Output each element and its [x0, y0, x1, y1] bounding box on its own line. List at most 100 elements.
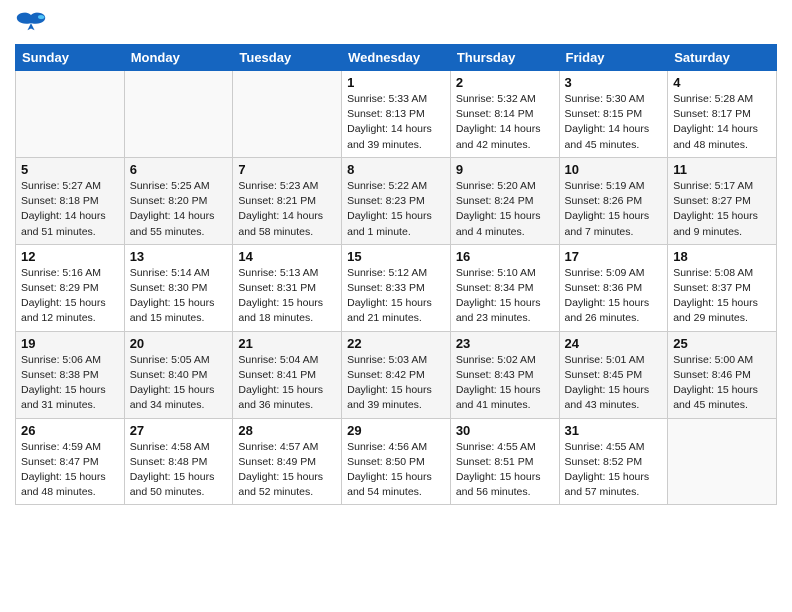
calendar-cell: 8 Sunrise: 5:22 AM Sunset: 8:23 PM Daylig… [342, 157, 451, 244]
day-number: 19 [21, 336, 119, 351]
day-number: 18 [673, 249, 771, 264]
calendar-cell: 12Sunrise: 5:16 AM Sunset: 8:29 PM Dayli… [16, 244, 125, 331]
calendar-week-row: 5 Sunrise: 5:27 AM Sunset: 8:18 PM Daylig… [16, 157, 777, 244]
calendar-cell [124, 71, 233, 158]
day-detail: Sunrise: 5:02 AM Sunset: 8:43 PM Dayligh… [456, 353, 554, 414]
day-number: 25 [673, 336, 771, 351]
calendar-cell: 10Sunrise: 5:19 AM Sunset: 8:26 PM Dayli… [559, 157, 668, 244]
calendar-table: SundayMondayTuesdayWednesdayThursdayFrid… [15, 44, 777, 505]
weekday-header-row: SundayMondayTuesdayWednesdayThursdayFrid… [16, 45, 777, 71]
calendar-cell: 23 Sunrise: 5:02 AM Sunset: 8:43 PM Dayli… [450, 331, 559, 418]
calendar-week-row: 12Sunrise: 5:16 AM Sunset: 8:29 PM Dayli… [16, 244, 777, 331]
day-number: 10 [565, 162, 663, 177]
weekday-header: Saturday [668, 45, 777, 71]
day-detail: Sunrise: 4:56 AM Sunset: 8:50 PM Dayligh… [347, 440, 445, 501]
day-number: 23 [456, 336, 554, 351]
day-detail: Sunrise: 4:55 AM Sunset: 8:51 PM Dayligh… [456, 440, 554, 501]
calendar-cell: 26 Sunrise: 4:59 AM Sunset: 8:47 PM Dayli… [16, 418, 125, 505]
calendar-cell: 29 Sunrise: 4:56 AM Sunset: 8:50 PM Dayli… [342, 418, 451, 505]
day-number: 17 [565, 249, 663, 264]
calendar-cell: 20Sunrise: 5:05 AM Sunset: 8:40 PM Dayli… [124, 331, 233, 418]
day-detail: Sunrise: 5:13 AM Sunset: 8:31 PM Dayligh… [238, 266, 336, 327]
calendar-cell: 31 Sunrise: 4:55 AM Sunset: 8:52 PM Dayli… [559, 418, 668, 505]
day-number: 20 [130, 336, 228, 351]
day-detail: Sunrise: 4:59 AM Sunset: 8:47 PM Dayligh… [21, 440, 119, 501]
calendar-cell: 13 Sunrise: 5:14 AM Sunset: 8:30 PM Dayli… [124, 244, 233, 331]
day-number: 26 [21, 423, 119, 438]
day-detail: Sunrise: 5:23 AM Sunset: 8:21 PM Dayligh… [238, 179, 336, 240]
calendar-cell: 7Sunrise: 5:23 AM Sunset: 8:21 PM Daylig… [233, 157, 342, 244]
weekday-header: Wednesday [342, 45, 451, 71]
weekday-header: Thursday [450, 45, 559, 71]
day-detail: Sunrise: 5:17 AM Sunset: 8:27 PM Dayligh… [673, 179, 771, 240]
calendar-week-row: 1 Sunrise: 5:33 AM Sunset: 8:13 PM Daylig… [16, 71, 777, 158]
calendar-cell: 21 Sunrise: 5:04 AM Sunset: 8:41 PM Dayli… [233, 331, 342, 418]
day-detail: Sunrise: 5:01 AM Sunset: 8:45 PM Dayligh… [565, 353, 663, 414]
day-detail: Sunrise: 5:10 AM Sunset: 8:34 PM Dayligh… [456, 266, 554, 327]
day-detail: Sunrise: 5:04 AM Sunset: 8:41 PM Dayligh… [238, 353, 336, 414]
calendar-week-row: 19Sunrise: 5:06 AM Sunset: 8:38 PM Dayli… [16, 331, 777, 418]
calendar-cell: 22Sunrise: 5:03 AM Sunset: 8:42 PM Dayli… [342, 331, 451, 418]
calendar-cell: 17 Sunrise: 5:09 AM Sunset: 8:36 PM Dayli… [559, 244, 668, 331]
calendar-cell: 27Sunrise: 4:58 AM Sunset: 8:48 PM Dayli… [124, 418, 233, 505]
weekday-header: Monday [124, 45, 233, 71]
calendar-cell: 14Sunrise: 5:13 AM Sunset: 8:31 PM Dayli… [233, 244, 342, 331]
day-number: 22 [347, 336, 445, 351]
day-number: 12 [21, 249, 119, 264]
day-number: 13 [130, 249, 228, 264]
day-number: 3 [565, 75, 663, 90]
day-detail: Sunrise: 5:25 AM Sunset: 8:20 PM Dayligh… [130, 179, 228, 240]
day-detail: Sunrise: 5:00 AM Sunset: 8:46 PM Dayligh… [673, 353, 771, 414]
day-detail: Sunrise: 5:30 AM Sunset: 8:15 PM Dayligh… [565, 92, 663, 153]
calendar-cell: 19Sunrise: 5:06 AM Sunset: 8:38 PM Dayli… [16, 331, 125, 418]
day-number: 2 [456, 75, 554, 90]
day-number: 21 [238, 336, 336, 351]
calendar-cell: 2Sunrise: 5:32 AM Sunset: 8:14 PM Daylig… [450, 71, 559, 158]
day-number: 15 [347, 249, 445, 264]
weekday-header: Tuesday [233, 45, 342, 71]
day-number: 9 [456, 162, 554, 177]
day-number: 28 [238, 423, 336, 438]
day-number: 8 [347, 162, 445, 177]
logo [15, 10, 51, 38]
day-detail: Sunrise: 5:33 AM Sunset: 8:13 PM Dayligh… [347, 92, 445, 153]
day-number: 5 [21, 162, 119, 177]
day-detail: Sunrise: 5:22 AM Sunset: 8:23 PM Dayligh… [347, 179, 445, 240]
header [15, 10, 777, 38]
calendar-cell [16, 71, 125, 158]
weekday-header: Friday [559, 45, 668, 71]
day-detail: Sunrise: 5:08 AM Sunset: 8:37 PM Dayligh… [673, 266, 771, 327]
calendar-cell: 15 Sunrise: 5:12 AM Sunset: 8:33 PM Dayli… [342, 244, 451, 331]
day-number: 24 [565, 336, 663, 351]
day-detail: Sunrise: 5:27 AM Sunset: 8:18 PM Dayligh… [21, 179, 119, 240]
calendar-cell: 6 Sunrise: 5:25 AM Sunset: 8:20 PM Daylig… [124, 157, 233, 244]
day-detail: Sunrise: 5:09 AM Sunset: 8:36 PM Dayligh… [565, 266, 663, 327]
day-detail: Sunrise: 5:14 AM Sunset: 8:30 PM Dayligh… [130, 266, 228, 327]
calendar-cell: 4Sunrise: 5:28 AM Sunset: 8:17 PM Daylig… [668, 71, 777, 158]
day-number: 6 [130, 162, 228, 177]
day-detail: Sunrise: 5:12 AM Sunset: 8:33 PM Dayligh… [347, 266, 445, 327]
logo-bird-icon [15, 10, 47, 38]
calendar-cell: 24 Sunrise: 5:01 AM Sunset: 8:45 PM Dayli… [559, 331, 668, 418]
calendar-cell: 30 Sunrise: 4:55 AM Sunset: 8:51 PM Dayli… [450, 418, 559, 505]
day-number: 29 [347, 423, 445, 438]
calendar-cell [233, 71, 342, 158]
day-number: 16 [456, 249, 554, 264]
calendar-cell: 16 Sunrise: 5:10 AM Sunset: 8:34 PM Dayli… [450, 244, 559, 331]
calendar-week-row: 26 Sunrise: 4:59 AM Sunset: 8:47 PM Dayli… [16, 418, 777, 505]
day-number: 30 [456, 423, 554, 438]
calendar-cell: 28Sunrise: 4:57 AM Sunset: 8:49 PM Dayli… [233, 418, 342, 505]
calendar-cell [668, 418, 777, 505]
day-detail: Sunrise: 5:28 AM Sunset: 8:17 PM Dayligh… [673, 92, 771, 153]
calendar-cell: 5 Sunrise: 5:27 AM Sunset: 8:18 PM Daylig… [16, 157, 125, 244]
calendar-cell: 9Sunrise: 5:20 AM Sunset: 8:24 PM Daylig… [450, 157, 559, 244]
day-detail: Sunrise: 4:55 AM Sunset: 8:52 PM Dayligh… [565, 440, 663, 501]
calendar-cell: 3 Sunrise: 5:30 AM Sunset: 8:15 PM Daylig… [559, 71, 668, 158]
day-number: 1 [347, 75, 445, 90]
weekday-header: Sunday [16, 45, 125, 71]
day-number: 31 [565, 423, 663, 438]
calendar-cell: 1 Sunrise: 5:33 AM Sunset: 8:13 PM Daylig… [342, 71, 451, 158]
calendar-cell: 18 Sunrise: 5:08 AM Sunset: 8:37 PM Dayli… [668, 244, 777, 331]
day-number: 11 [673, 162, 771, 177]
page-container: SundayMondayTuesdayWednesdayThursdayFrid… [0, 0, 792, 515]
